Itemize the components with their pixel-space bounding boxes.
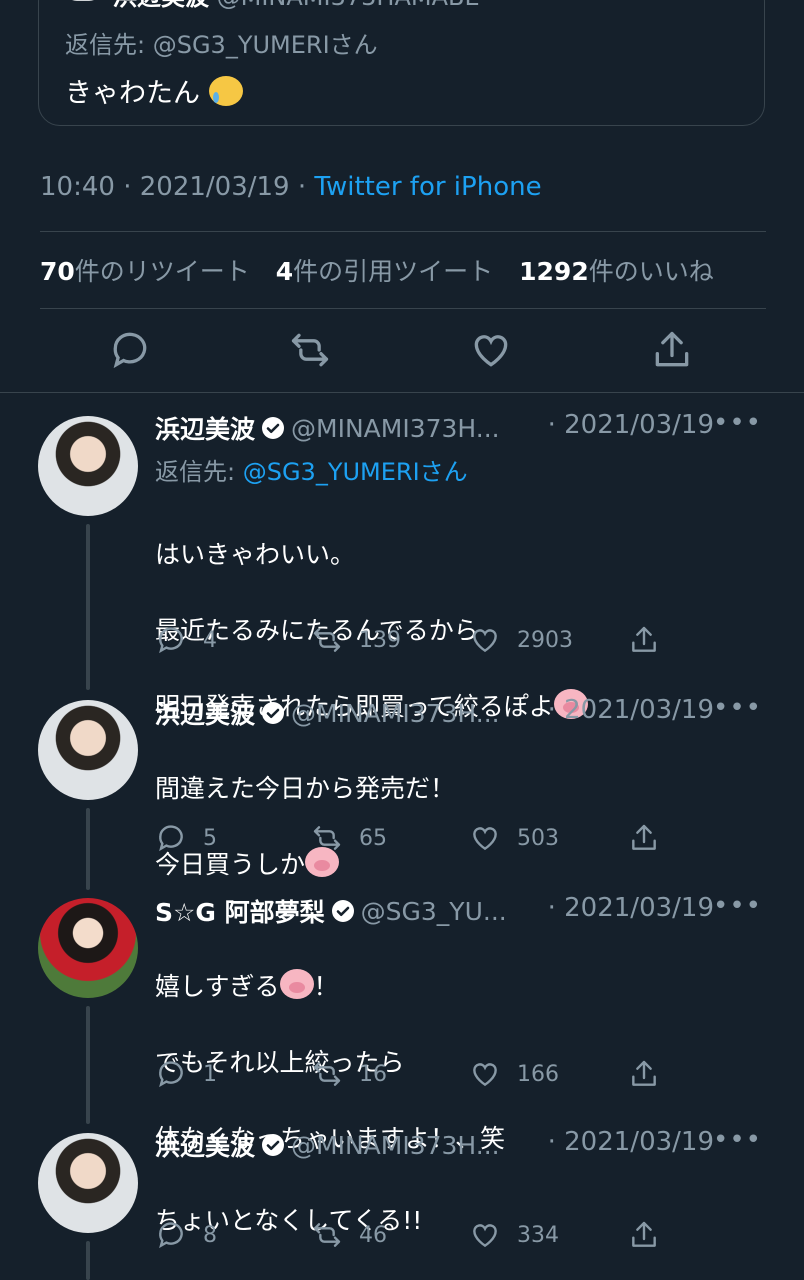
verified-badge-icon bbox=[331, 900, 354, 922]
divider bbox=[40, 308, 766, 309]
tweet-meta: 10:40 · 2021/03/19 · Twitter for iPhone bbox=[40, 172, 542, 202]
share-button[interactable] bbox=[628, 1219, 676, 1251]
author-name[interactable]: S☆G 阿部夢梨 bbox=[155, 893, 325, 929]
author-name[interactable]: 浜辺美波 bbox=[155, 695, 255, 731]
reply-to: 返信先: @SG3_YUMERIさん bbox=[155, 458, 468, 486]
pig-face-icon bbox=[279, 969, 314, 999]
crying-face-icon bbox=[208, 76, 243, 106]
comment-button[interactable]: 1 bbox=[155, 1058, 217, 1090]
reply-header: 浜辺美波 @MINAMI373H... bbox=[155, 410, 500, 446]
main-action-bar bbox=[0, 328, 804, 376]
quoted-author-name: 浜辺美波 bbox=[113, 0, 209, 11]
share-icon bbox=[632, 824, 656, 850]
like-button[interactable]: 334 bbox=[469, 1219, 559, 1251]
reply-date[interactable]: · 2021/03/19 bbox=[548, 1127, 714, 1157]
reply-icon bbox=[159, 627, 183, 654]
more-options-icon[interactable]: ••• bbox=[713, 891, 762, 921]
reply-date[interactable]: · 2021/03/19 bbox=[548, 893, 714, 923]
verified-badge-icon bbox=[262, 1134, 285, 1156]
share-icon bbox=[632, 626, 656, 652]
reply-action-bar: 5 65 503 bbox=[155, 822, 675, 856]
retweet-icon bbox=[313, 628, 341, 652]
reply-action-bar: 4 139 2903 bbox=[155, 624, 675, 658]
quoted-author-handle: @MINAMI373HAMABE bbox=[217, 0, 480, 11]
comment-button[interactable]: 4 bbox=[155, 624, 217, 656]
avatar[interactable] bbox=[38, 898, 138, 998]
quotes-stat[interactable]: 4件の引用ツイート bbox=[276, 257, 493, 286]
thread-line bbox=[86, 808, 90, 890]
thread-line bbox=[86, 524, 90, 690]
avatar[interactable] bbox=[38, 700, 138, 800]
like-button[interactable]: 2903 bbox=[469, 624, 573, 656]
author-handle[interactable]: @MINAMI373H... bbox=[291, 414, 500, 443]
share-button[interactable] bbox=[628, 624, 676, 656]
divider bbox=[40, 231, 766, 232]
share-icon[interactable] bbox=[650, 328, 694, 372]
author-handle[interactable]: @MINAMI373H... bbox=[291, 699, 500, 728]
reply-date[interactable]: · 2021/03/19 bbox=[548, 410, 714, 440]
quoted-tweet-text: きゃわたん bbox=[65, 71, 243, 110]
quoted-avatar bbox=[65, 0, 101, 1]
retweet-icon bbox=[313, 1062, 341, 1086]
like-icon bbox=[473, 629, 497, 653]
reply-header: 浜辺美波 @MINAMI373H... bbox=[155, 695, 500, 731]
comment-button[interactable]: 8 bbox=[155, 1219, 217, 1251]
author-name[interactable]: 浜辺美波 bbox=[155, 1127, 255, 1163]
avatar[interactable] bbox=[38, 416, 138, 516]
tweet-date: 2021/03/19 bbox=[139, 172, 290, 202]
like-icon bbox=[473, 1224, 497, 1248]
reply-icon bbox=[159, 1061, 183, 1088]
share-button[interactable] bbox=[628, 822, 676, 854]
author-name[interactable]: 浜辺美波 bbox=[155, 410, 255, 446]
verified-badge-icon bbox=[262, 417, 285, 439]
more-options-icon[interactable]: ••• bbox=[713, 408, 762, 438]
retweet-button[interactable]: 16 bbox=[311, 1058, 387, 1090]
retweet-icon[interactable] bbox=[288, 328, 332, 372]
retweet-button[interactable]: 46 bbox=[311, 1219, 387, 1251]
thread-line bbox=[86, 1006, 90, 1124]
retweet-button[interactable]: 139 bbox=[311, 624, 401, 656]
more-options-icon[interactable]: ••• bbox=[713, 1125, 762, 1155]
reply-icon bbox=[159, 1222, 183, 1249]
retweets-stat[interactable]: 70件のリツイート bbox=[40, 257, 250, 286]
share-button[interactable] bbox=[628, 1058, 676, 1090]
reply-action-bar: 8 46 334 bbox=[155, 1219, 675, 1253]
reply-icon bbox=[159, 825, 183, 852]
retweet-icon bbox=[313, 826, 341, 850]
avatar[interactable] bbox=[38, 1133, 138, 1233]
reply-header: S☆G 阿部夢梨 @SG3_YU... bbox=[155, 893, 507, 929]
share-icon bbox=[632, 1060, 656, 1086]
retweet-button[interactable]: 65 bbox=[311, 822, 387, 854]
quoted-tweet-card[interactable]: 浜辺美波 @MINAMI373HAMABE 返信先: @SG3_YUMERIさん… bbox=[38, 0, 765, 126]
reply-header: 浜辺美波 @MINAMI373H... bbox=[155, 1127, 500, 1163]
quoted-reply-to: 返信先: @SG3_YUMERIさん bbox=[65, 31, 378, 59]
reply-action-bar: 1 16 166 bbox=[155, 1058, 675, 1092]
reply-date[interactable]: · 2021/03/19 bbox=[548, 695, 714, 725]
reply-icon[interactable] bbox=[108, 328, 152, 372]
divider bbox=[0, 392, 804, 393]
quoted-tweet-header: 浜辺美波 @MINAMI373HAMABE bbox=[113, 0, 480, 12]
like-button[interactable]: 503 bbox=[469, 822, 559, 854]
like-button[interactable]: 166 bbox=[469, 1058, 559, 1090]
share-icon bbox=[632, 1221, 656, 1247]
like-icon bbox=[473, 827, 497, 851]
reply-to-link[interactable]: @SG3_YUMERIさん bbox=[243, 458, 468, 486]
retweet-icon bbox=[313, 1223, 341, 1247]
like-icon[interactable] bbox=[469, 328, 513, 372]
tweet-time: 10:40 bbox=[40, 172, 115, 202]
thread-line bbox=[86, 1241, 90, 1280]
verified-badge-icon bbox=[262, 702, 285, 724]
author-handle[interactable]: @SG3_YU... bbox=[361, 897, 507, 926]
tweet-source-link[interactable]: Twitter for iPhone bbox=[314, 172, 541, 202]
comment-button[interactable]: 5 bbox=[155, 822, 217, 854]
author-handle[interactable]: @MINAMI373H... bbox=[291, 1131, 500, 1160]
like-icon bbox=[473, 1063, 497, 1087]
more-options-icon[interactable]: ••• bbox=[713, 693, 762, 723]
engagement-stats: 70件のリツイート 4件の引用ツイート 1292件のいいね bbox=[40, 252, 714, 288]
likes-stat[interactable]: 1292件のいいね bbox=[519, 257, 714, 286]
